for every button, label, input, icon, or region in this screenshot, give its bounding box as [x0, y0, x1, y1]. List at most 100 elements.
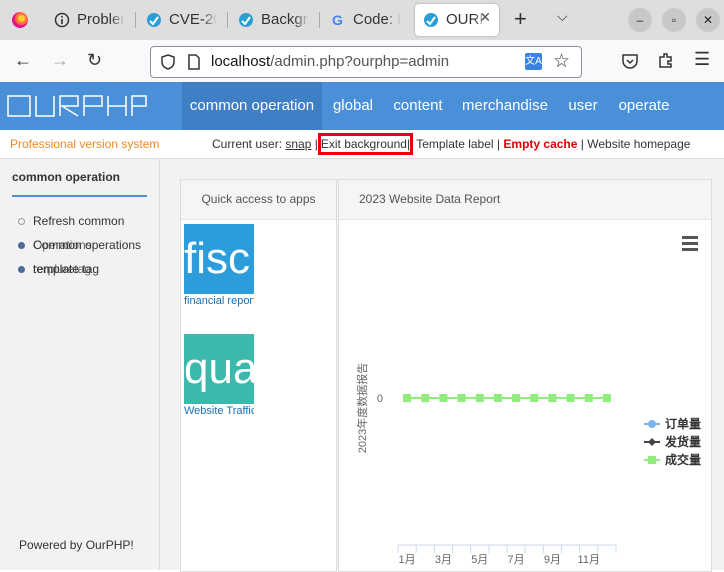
site-favicon-icon [239, 13, 253, 27]
series-marker [602, 394, 611, 402]
browser-tab[interactable]: CVE-2023 [138, 4, 222, 36]
site-favicon-icon [424, 13, 438, 27]
pocket-icon[interactable] [621, 52, 639, 70]
google-icon: G [332, 12, 343, 28]
website-traffic-link[interactable]: Website Traffic [184, 405, 254, 417]
tab-divider [319, 12, 320, 28]
menu-global[interactable]: global [322, 82, 384, 130]
x-tick-label: 7月 [508, 554, 525, 566]
tab-label: CVE-2023 [169, 11, 217, 28]
page-icon[interactable] [187, 54, 201, 70]
bullet-icon [18, 218, 25, 226]
back-arrow-icon[interactable]: ← [14, 50, 32, 71]
extensions-icon[interactable] [657, 51, 675, 69]
current-user-label: Current user: [212, 137, 283, 151]
tab-label: Background [261, 11, 309, 28]
website-homepage-link[interactable]: Website homepage [587, 137, 690, 151]
new-tab-button[interactable]: + [514, 6, 527, 32]
close-tab-icon[interactable]: ✕ [479, 9, 491, 26]
report-chart: 2023年度数据报告01月2月3月4月5月6月7月8月9月10月11月12月订单… [355, 363, 701, 566]
empty-cache-link[interactable]: Empty cache [503, 137, 577, 151]
tab-divider [135, 12, 136, 28]
translate-icon[interactable]: 文A [525, 53, 542, 70]
x-tick-label: 3月 [435, 554, 452, 566]
browser-navigation-bar: ← → ↻ localhost/admin.php?ourphp=admin 文… [0, 40, 724, 83]
legend-label: 成交量 [665, 452, 701, 467]
browser-tab-bar: Problem CVE-2023 Background G Code: h OU… [0, 0, 724, 40]
y-tick-label: 0 [377, 393, 383, 405]
menu-merchandise[interactable]: merchandise [452, 82, 558, 130]
x-tick-label: 5月 [471, 554, 488, 566]
firefox-logo-icon [12, 12, 28, 28]
financial-report-link[interactable]: financial report [184, 295, 254, 307]
username-link[interactable]: snap [285, 137, 311, 151]
shield-icon[interactable] [160, 54, 176, 70]
financial-report-tile[interactable]: fisc [184, 224, 254, 294]
maximize-button[interactable]: ▫ [662, 8, 686, 32]
app-header: common operation global content merchand… [0, 82, 724, 130]
close-window-button[interactable]: ✕ [696, 8, 720, 32]
menu-content[interactable]: content [384, 82, 452, 130]
overlapping-text: rerpluretag [33, 262, 92, 276]
x-tick-label: 1月 [399, 554, 416, 566]
template-label-link[interactable]: Template label [416, 137, 493, 151]
series-marker [548, 394, 557, 402]
quick-access-panel: Quick access to apps fisc financial repo… [180, 179, 337, 572]
exit-background-link[interactable]: Exit background [321, 137, 407, 151]
status-bar: Professional version system Current user… [0, 130, 724, 159]
separator: | [406, 137, 411, 151]
separator: | [496, 137, 501, 151]
series-marker [530, 394, 539, 402]
app-menu-icon[interactable]: ☰ [694, 49, 710, 70]
main-content: Quick access to apps fisc financial repo… [160, 159, 724, 572]
sidebar-item-label: Refresh common [33, 214, 125, 228]
powered-by-footer: Powered by OurPHP! [19, 538, 134, 552]
firefox-menu-button[interactable] [6, 8, 34, 32]
highlight-box: Exit background| [317, 133, 414, 155]
overlapping-text: Operations [33, 238, 92, 252]
series-marker [584, 394, 593, 402]
professional-version-label: Professional version system [10, 137, 160, 151]
browser-tab[interactable]: Problem [46, 4, 130, 36]
list-tabs-chevron-down-icon[interactable]: ⌵ [557, 8, 568, 25]
legend-marker [648, 456, 656, 464]
series-marker [493, 394, 502, 402]
quick-access-title: Quick access to apps [181, 180, 336, 220]
address-bar[interactable]: localhost/admin.php?ourphp=admin 文A ☆ [150, 46, 582, 78]
website-traffic-tile[interactable]: qua [184, 334, 254, 404]
data-report-panel: 2023 Website Data Report 2023年度数据报告01月2月… [338, 179, 712, 572]
url-path: /admin.php?ourphp=admin [270, 53, 450, 70]
tile-text: qua [184, 344, 254, 393]
url-text[interactable]: localhost/admin.php?ourphp=admin [211, 53, 449, 70]
separator: | [580, 137, 584, 151]
sidebar-divider [12, 195, 147, 197]
sidebar-title: common operation [12, 170, 121, 184]
series-marker [566, 394, 575, 402]
series-marker [439, 394, 448, 402]
browser-tab[interactable]: Background [230, 4, 314, 36]
sidebar-item-refresh-common[interactable]: Refresh common [18, 214, 124, 228]
report-title: 2023 Website Data Report [339, 180, 711, 220]
menu-common-operation[interactable]: common operation [182, 82, 322, 130]
bullet-icon [18, 266, 25, 274]
legend-label: 发货量 [664, 434, 701, 449]
legend-marker [648, 420, 656, 428]
browser-tab-active[interactable]: OURPHP ✕ [415, 4, 499, 36]
bookmark-star-icon[interactable]: ☆ [553, 50, 570, 73]
ourphp-logo [7, 95, 147, 117]
forward-arrow-icon[interactable]: → [51, 50, 69, 71]
site-favicon-icon [147, 13, 161, 27]
url-host: localhost [211, 53, 271, 70]
svg-text:G: G [332, 12, 343, 28]
series-marker [457, 394, 466, 402]
series-marker [403, 394, 412, 402]
browser-tab[interactable]: G Code: h [322, 4, 406, 36]
x-tick-label: 11月 [578, 554, 600, 566]
legend-label: 订单量 [665, 416, 701, 431]
reload-icon[interactable]: ↻ [87, 50, 102, 71]
tab-divider [227, 12, 228, 28]
menu-operate[interactable]: operate [608, 82, 680, 130]
menu-user[interactable]: user [558, 82, 608, 130]
minimize-button[interactable]: – [628, 8, 652, 32]
user-links: Current user: snap | Exit background| Tem… [212, 133, 690, 155]
